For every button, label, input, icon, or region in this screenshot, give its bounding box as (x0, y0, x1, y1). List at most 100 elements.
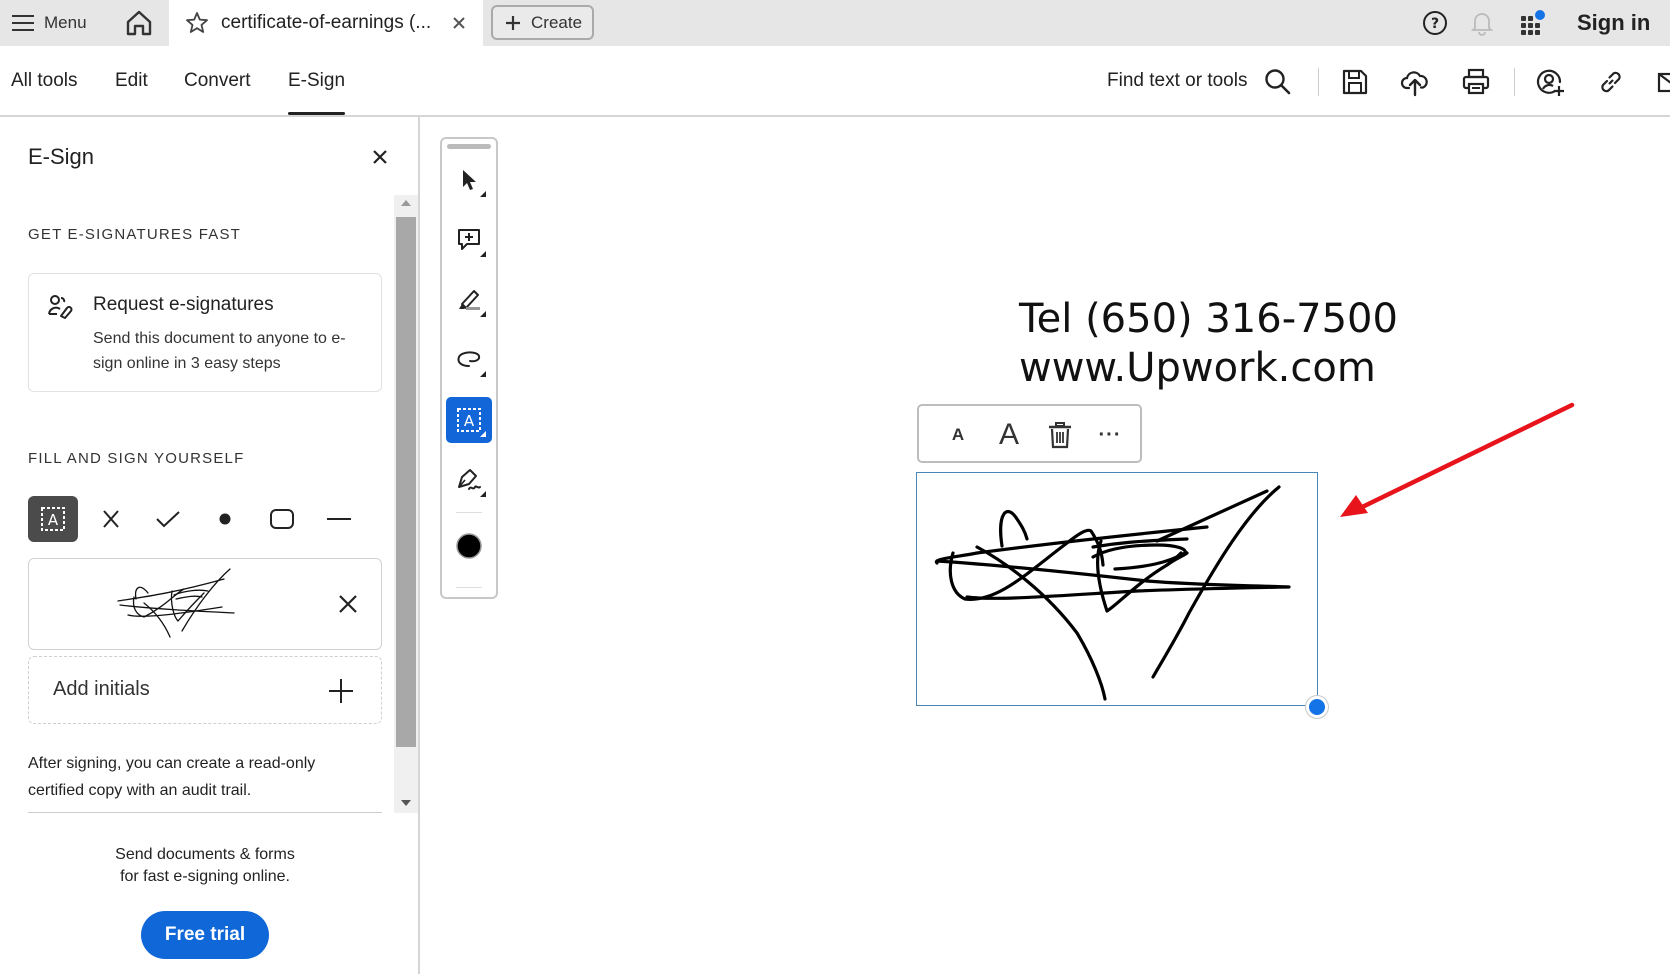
panel-title: E-Sign (28, 144, 95, 169)
link-button[interactable] (1596, 67, 1626, 97)
tool-divider (456, 587, 482, 588)
drag-handle[interactable] (447, 144, 491, 149)
notifications-button[interactable] (1470, 0, 1494, 46)
cross-mark-icon (103, 510, 119, 528)
scroll-down-arrow-icon[interactable] (401, 800, 411, 806)
tab-convert[interactable]: Convert (184, 46, 251, 115)
color-swatch-icon (456, 533, 482, 559)
tab-e-sign[interactable]: E-Sign (288, 46, 346, 115)
text-field-icon: A (457, 408, 481, 432)
submenu-indicator (480, 251, 486, 257)
free-trial-button[interactable]: Free trial (141, 911, 269, 959)
toolbar-divider (1514, 68, 1515, 96)
tool-nav-bar: All tools Edit Convert E-Sign Find text … (0, 46, 1670, 117)
submenu-indicator (480, 191, 486, 197)
home-button[interactable] (124, 9, 154, 37)
svg-text:A: A (464, 412, 475, 430)
add-box-tool[interactable] (257, 496, 307, 542)
add-text-tool[interactable]: A (28, 496, 78, 542)
email-icon (1657, 72, 1670, 93)
add-initials-button[interactable] (328, 678, 354, 704)
close-icon (339, 595, 357, 613)
apps-grid-icon (1521, 10, 1545, 35)
e-sign-panel: E-Sign GET E-SIGNATURES FAST Request e-s… (0, 117, 420, 974)
add-initials-card[interactable]: Add initials (28, 656, 382, 724)
tab-title: certificate-of-earnings (... (221, 12, 432, 33)
color-picker-button[interactable] (446, 523, 492, 569)
tab-all-tools[interactable]: All tools (11, 46, 78, 115)
tab-edit[interactable]: Edit (115, 46, 148, 115)
request-title: Request e-signatures (93, 294, 274, 315)
save-button[interactable] (1340, 67, 1370, 97)
email-button[interactable] (1656, 67, 1670, 97)
link-icon (1601, 71, 1621, 93)
print-button[interactable] (1461, 67, 1491, 97)
request-e-signatures-card[interactable]: Request e-signatures Send this document … (28, 273, 382, 392)
dot-icon (219, 513, 231, 525)
share-user-icon (1536, 69, 1564, 96)
help-button[interactable]: ? (1422, 0, 1448, 46)
submenu-indicator (480, 491, 486, 497)
increase-size-icon: A (998, 418, 1019, 451)
lasso-draw-icon (457, 351, 481, 367)
increase-size-button[interactable]: A (990, 416, 1028, 454)
delete-signature-button[interactable] (1041, 416, 1079, 454)
search-button[interactable] (1263, 67, 1293, 97)
saved-signature-card[interactable] (28, 558, 382, 650)
add-checkmark-tool[interactable] (143, 496, 193, 542)
close-tab-button[interactable] (449, 13, 469, 33)
sign-pen-icon (458, 469, 481, 490)
add-initials-label: Add initials (53, 678, 150, 700)
share-button[interactable] (1535, 67, 1565, 97)
add-line-tool[interactable] (314, 496, 364, 542)
signature-thumbnail[interactable] (114, 567, 240, 639)
star-icon[interactable] (185, 11, 209, 35)
plus-icon (329, 679, 353, 703)
panel-scrollbar[interactable] (394, 195, 418, 813)
close-panel-button[interactable] (371, 148, 389, 166)
highlight-tool-button[interactable] (446, 277, 492, 323)
submenu-indicator (480, 431, 486, 437)
resize-handle[interactable] (1306, 696, 1328, 718)
signature-context-toolbar: A A ··· (917, 404, 1142, 463)
promo-line-1: Send documents & forms (115, 846, 295, 863)
select-tool-button[interactable] (446, 157, 492, 203)
bell-icon (1470, 13, 1494, 36)
signature-drawing (934, 485, 1291, 701)
sign-in-button[interactable]: Sign in (1577, 0, 1650, 46)
upload-button[interactable] (1400, 67, 1430, 97)
menu-button[interactable]: Menu (12, 0, 87, 46)
print-icon (1462, 68, 1490, 95)
placed-signature[interactable] (916, 472, 1318, 706)
select-arrow-icon (463, 170, 476, 190)
promo-text: Send documents & forms for fast e-signin… (0, 844, 410, 888)
add-text-tool-button[interactable]: A (446, 397, 492, 443)
section-heading-fill-sign: FILL AND SIGN YOURSELF (28, 450, 245, 467)
find-text-button[interactable]: Find text or tools (1107, 46, 1247, 115)
add-comment-tool-button[interactable] (446, 217, 492, 263)
more-options-button[interactable]: ··· (1091, 416, 1129, 454)
scroll-up-arrow-icon[interactable] (401, 200, 411, 206)
toolbar-divider (1318, 68, 1319, 96)
section-heading-get-signatures: GET E-SIGNATURES FAST (28, 226, 242, 243)
tool-divider (456, 512, 482, 513)
quick-tools-strip: A (440, 137, 498, 599)
remove-signature-button[interactable] (338, 594, 358, 614)
add-dot-tool[interactable] (200, 496, 250, 542)
sign-tool-button[interactable] (446, 457, 492, 503)
apps-button[interactable] (1519, 0, 1547, 46)
panel-divider (28, 812, 382, 813)
decrease-size-icon: A (951, 425, 965, 444)
menu-label: Menu (44, 13, 87, 32)
plus-icon (506, 15, 520, 30)
document-tab[interactable]: certificate-of-earnings (... (169, 0, 483, 46)
document-website-line: www.Upwork.com (1019, 345, 1376, 391)
decrease-size-button[interactable]: A (939, 416, 977, 454)
submenu-indicator (480, 371, 486, 377)
add-cross-tool[interactable] (86, 496, 136, 542)
hamburger-icon (12, 15, 34, 31)
scrollbar-thumb[interactable] (396, 217, 416, 747)
draw-tool-button[interactable] (446, 337, 492, 383)
request-signature-icon (48, 295, 73, 319)
create-button[interactable]: Create (491, 5, 594, 40)
